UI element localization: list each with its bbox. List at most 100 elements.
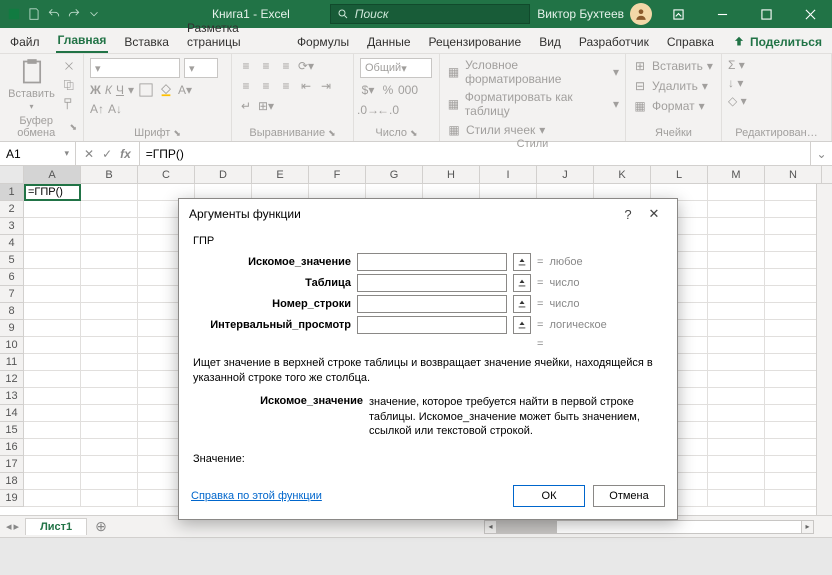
cell[interactable] <box>24 456 81 473</box>
fx-icon[interactable]: fx <box>120 147 131 161</box>
cancel-button[interactable]: Отмена <box>593 485 665 507</box>
align-top-icon[interactable]: ≡ <box>238 58 254 74</box>
tab-help[interactable]: Справка <box>665 31 716 53</box>
row-header[interactable]: 18 <box>0 473 24 490</box>
cell[interactable] <box>24 201 81 218</box>
font-name[interactable]: ▾ <box>90 58 180 78</box>
cell[interactable] <box>24 337 81 354</box>
dialog-launcher-icon[interactable]: ⬊ <box>410 128 418 139</box>
row-header[interactable]: 10 <box>0 337 24 354</box>
cell[interactable] <box>708 286 765 303</box>
cell[interactable] <box>708 422 765 439</box>
arg1-collapse-icon[interactable] <box>513 253 531 271</box>
select-all-corner[interactable] <box>0 166 24 183</box>
align-left-icon[interactable]: ≡ <box>238 78 254 94</box>
ok-button[interactable]: ОК <box>513 485 585 507</box>
cell[interactable] <box>765 269 822 286</box>
qa-dropdown-icon[interactable] <box>86 6 102 22</box>
clear-icon[interactable]: ◇ ▾ <box>728 94 747 108</box>
row-header[interactable]: 2 <box>0 201 24 218</box>
ribbon-options-icon[interactable] <box>656 0 700 28</box>
cell[interactable] <box>24 439 81 456</box>
format-table-button[interactable]: ▦Форматировать как таблицу ▾ <box>446 90 619 118</box>
cell[interactable] <box>765 184 822 201</box>
col-H[interactable]: H <box>423 166 480 183</box>
copy-icon[interactable] <box>61 77 77 93</box>
name-box[interactable]: A1▾ <box>0 142 76 165</box>
dialog-help-icon[interactable]: ? <box>615 207 641 222</box>
vertical-scrollbar[interactable] <box>816 184 832 515</box>
cell[interactable] <box>708 218 765 235</box>
row-header[interactable]: 4 <box>0 235 24 252</box>
cell[interactable] <box>81 269 138 286</box>
row-header[interactable]: 11 <box>0 354 24 371</box>
arg3-collapse-icon[interactable] <box>513 295 531 313</box>
cell[interactable] <box>765 286 822 303</box>
font-size[interactable]: ▾ <box>184 58 218 78</box>
row-header[interactable]: 17 <box>0 456 24 473</box>
tab-data[interactable]: Данные <box>365 31 412 53</box>
col-J[interactable]: J <box>537 166 594 183</box>
row-header[interactable]: 8 <box>0 303 24 320</box>
arg4-input[interactable] <box>357 316 507 334</box>
undo-icon[interactable] <box>46 6 62 22</box>
arg1-input[interactable] <box>357 253 507 271</box>
cell[interactable] <box>24 422 81 439</box>
merge-icon[interactable]: ⊞▾ <box>258 98 274 114</box>
row-header[interactable]: 12 <box>0 371 24 388</box>
cell[interactable] <box>24 388 81 405</box>
cell[interactable] <box>708 235 765 252</box>
add-sheet-icon[interactable]: ⊕ <box>87 518 115 535</box>
cell[interactable] <box>765 337 822 354</box>
inc-decimal-icon[interactable]: .0→ <box>360 102 376 118</box>
minimize-button[interactable] <box>700 0 744 28</box>
row-header[interactable]: 16 <box>0 439 24 456</box>
cell-styles-button[interactable]: ▦Стили ячеек ▾ <box>446 122 545 138</box>
tab-insert[interactable]: Вставка <box>122 31 171 53</box>
cell[interactable] <box>81 252 138 269</box>
user-account[interactable]: Виктор Бухтеев <box>537 3 656 25</box>
cell[interactable] <box>765 439 822 456</box>
col-G[interactable]: G <box>366 166 423 183</box>
col-C[interactable]: C <box>138 166 195 183</box>
row-header[interactable]: 7 <box>0 286 24 303</box>
cell[interactable] <box>765 235 822 252</box>
hscroll-left-icon[interactable]: ◂ <box>485 521 497 533</box>
cell[interactable] <box>24 235 81 252</box>
cell[interactable] <box>765 354 822 371</box>
cell[interactable] <box>765 201 822 218</box>
search-box[interactable]: Поиск <box>330 4 530 24</box>
underline-button[interactable]: Ч <box>116 83 124 97</box>
redo-icon[interactable] <box>66 6 82 22</box>
cell[interactable] <box>24 320 81 337</box>
indent-dec-icon[interactable]: ⇤ <box>298 78 314 94</box>
cell[interactable] <box>81 422 138 439</box>
tab-review[interactable]: Рецензирование <box>427 31 524 53</box>
percent-icon[interactable]: % <box>380 82 396 98</box>
cell[interactable] <box>81 201 138 218</box>
cell[interactable] <box>765 405 822 422</box>
cell[interactable] <box>708 184 765 201</box>
row-header[interactable]: 15 <box>0 422 24 439</box>
cell[interactable] <box>81 456 138 473</box>
cell[interactable] <box>81 218 138 235</box>
align-mid-icon[interactable]: ≡ <box>258 58 274 74</box>
row-header[interactable]: 5 <box>0 252 24 269</box>
cell[interactable] <box>708 490 765 507</box>
cell[interactable] <box>708 439 765 456</box>
maximize-button[interactable] <box>744 0 788 28</box>
cell[interactable] <box>81 490 138 507</box>
cell[interactable] <box>81 473 138 490</box>
cell[interactable] <box>24 303 81 320</box>
cell[interactable] <box>765 456 822 473</box>
cell[interactable] <box>81 303 138 320</box>
dialog-close-icon[interactable]: ✕ <box>641 206 667 222</box>
dialog-launcher-icon[interactable]: ⬊ <box>69 122 77 133</box>
row-header[interactable]: 14 <box>0 405 24 422</box>
cell[interactable] <box>24 218 81 235</box>
sheet-nav-prev-icon[interactable]: ◂ <box>6 520 12 533</box>
cell[interactable] <box>708 320 765 337</box>
dialog-launcher-icon[interactable]: ⬊ <box>328 128 336 139</box>
cell[interactable] <box>81 320 138 337</box>
tab-developer[interactable]: Разработчик <box>577 31 651 53</box>
